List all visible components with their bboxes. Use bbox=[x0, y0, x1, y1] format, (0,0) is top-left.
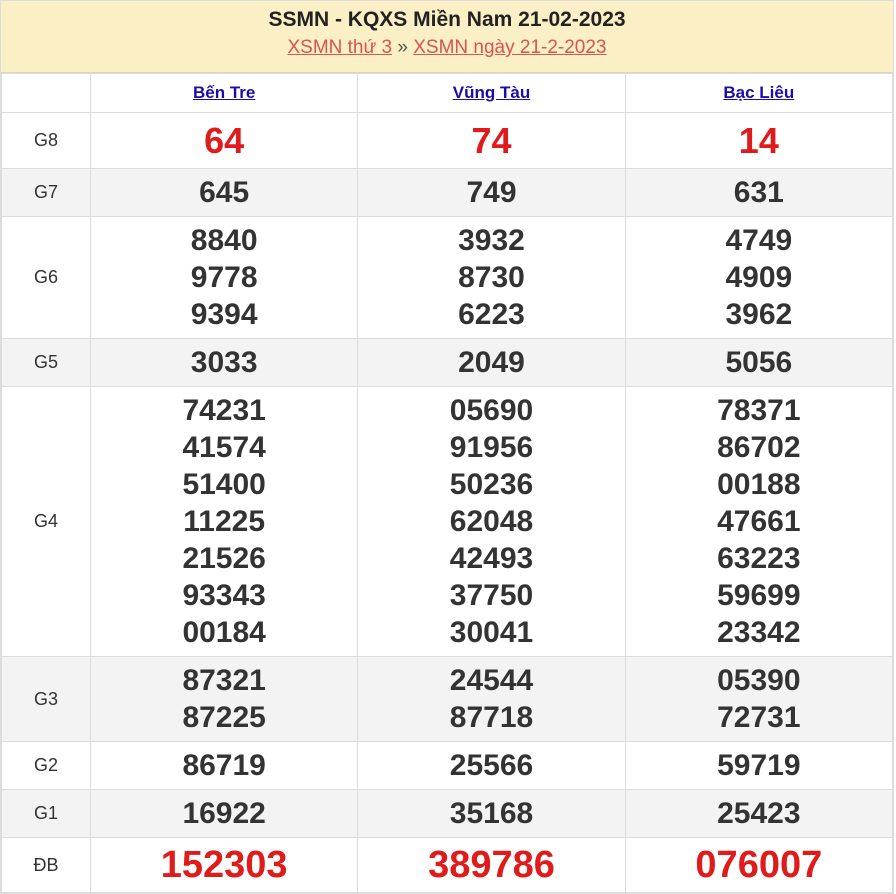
prize-row-g1: G1 16922 35168 25423 bbox=[1, 789, 894, 838]
prize-number: 8840 bbox=[190, 224, 258, 257]
prize-number: 3033 bbox=[89, 338, 359, 387]
prize-number: 30041 bbox=[449, 616, 534, 649]
prize-number: 64 bbox=[89, 112, 359, 169]
prize-number: 50236 bbox=[449, 468, 534, 501]
province-header-vung-tau: Vũng Tàu bbox=[357, 73, 626, 113]
prize-label: G7 bbox=[1, 168, 91, 217]
special-prize-number: 389786 bbox=[357, 837, 626, 893]
prize-number: 11225 bbox=[183, 505, 266, 538]
page-title: SSMN - KQXS Miền Nam 21-02-2023 bbox=[268, 8, 626, 31]
prize-number: 72731 bbox=[717, 701, 801, 734]
prize-number: 9778 bbox=[190, 261, 258, 294]
prize-number: 4909 bbox=[725, 261, 793, 294]
province-header-bac-lieu: Bạc Liêu bbox=[624, 73, 894, 113]
prize-number: 14 bbox=[624, 112, 894, 169]
prize-number: 59719 bbox=[624, 741, 894, 790]
prize-number: 78371 bbox=[717, 394, 801, 427]
prize-number: 8730 bbox=[458, 261, 525, 294]
province-link-bac-lieu[interactable]: Bạc Liêu bbox=[723, 83, 794, 102]
prize-row-g4: G4 74231 41574 51400 11225 21526 93343 0… bbox=[1, 386, 894, 657]
results-table: Bến Tre Vũng Tàu Bạc Liêu G8 64 74 14 G7… bbox=[1, 73, 894, 893]
empty-header-cell bbox=[1, 73, 91, 113]
prize-label: G6 bbox=[1, 216, 91, 339]
prize-label: ĐB bbox=[1, 837, 91, 893]
prize-number: 51400 bbox=[182, 468, 266, 501]
prize-number: 24544 bbox=[449, 664, 534, 697]
prize-number: 749 bbox=[357, 168, 626, 217]
prize-number: 93343 bbox=[182, 579, 266, 612]
prize-row-g7: G7 645 749 631 bbox=[1, 168, 894, 217]
prize-row-special: ĐB 152303 389786 076007 bbox=[1, 837, 894, 893]
prize-number: 2049 bbox=[357, 338, 626, 387]
prize-number: 86702 bbox=[717, 431, 801, 464]
results-header: SSMN - KQXS Miền Nam 21-02-2023 XSMN thứ… bbox=[1, 1, 893, 73]
results-panel: SSMN - KQXS Miền Nam 21-02-2023 XSMN thứ… bbox=[0, 0, 894, 894]
prize-number: 5056 bbox=[624, 338, 894, 387]
prize-cell: 78371 86702 00188 47661 63223 59699 2334… bbox=[624, 386, 894, 657]
prize-label: G8 bbox=[1, 112, 91, 169]
prize-number: 74231 bbox=[182, 394, 266, 427]
prize-number: 23342 bbox=[717, 616, 801, 649]
prize-number: 9394 bbox=[190, 298, 258, 331]
prize-number: 3962 bbox=[725, 298, 793, 331]
prize-number: 25423 bbox=[624, 789, 894, 838]
prize-number: 62048 bbox=[449, 505, 534, 538]
prize-number: 16922 bbox=[89, 789, 359, 838]
prize-cell: 74231 41574 51400 11225 21526 93343 0018… bbox=[89, 386, 359, 657]
prize-number: 21526 bbox=[182, 542, 266, 575]
province-header-row: Bến Tre Vũng Tàu Bạc Liêu bbox=[1, 73, 894, 113]
prize-number: 74 bbox=[357, 112, 626, 169]
prize-number: 05690 bbox=[449, 394, 534, 427]
prize-cell: 24544 87718 bbox=[357, 656, 626, 742]
province-link-vung-tau[interactable]: Vũng Tàu bbox=[453, 83, 530, 102]
prize-label: G3 bbox=[1, 656, 91, 742]
prize-number: 4749 bbox=[725, 224, 793, 257]
prize-number: 91956 bbox=[449, 431, 534, 464]
prize-number: 631 bbox=[624, 168, 894, 217]
prize-number: 6223 bbox=[458, 298, 525, 331]
prize-cell: 8840 9778 9394 bbox=[89, 216, 359, 339]
prize-number: 87321 bbox=[182, 664, 266, 697]
xsmn-weekday-link[interactable]: XSMN thứ 3 bbox=[287, 37, 392, 58]
prize-number: 41574 bbox=[182, 431, 266, 464]
breadcrumb-separator: » bbox=[397, 37, 408, 58]
prize-label: G5 bbox=[1, 338, 91, 387]
prize-number: 25566 bbox=[357, 741, 626, 790]
prize-number: 47661 bbox=[717, 505, 801, 538]
prize-number: 42493 bbox=[449, 542, 534, 575]
prize-number: 00184 bbox=[182, 616, 266, 649]
prize-row-g2: G2 86719 25566 59719 bbox=[1, 741, 894, 790]
prize-number: 00188 bbox=[717, 468, 801, 501]
xsmn-date-link[interactable]: XSMN ngày 21-2-2023 bbox=[413, 37, 606, 58]
prize-number: 3932 bbox=[458, 224, 525, 257]
prize-row-g5: G5 3033 2049 5056 bbox=[1, 338, 894, 387]
prize-number: 37750 bbox=[449, 579, 534, 612]
special-prize-number: 152303 bbox=[89, 837, 359, 893]
prize-number: 59699 bbox=[717, 579, 801, 612]
prize-cell: 05690 91956 50236 62048 42493 37750 3004… bbox=[357, 386, 626, 657]
prize-label: G2 bbox=[1, 741, 91, 790]
prize-cell: 05390 72731 bbox=[624, 656, 894, 742]
prize-number: 87225 bbox=[182, 701, 266, 734]
prize-row-g3: G3 87321 87225 24544 87718 05390 72731 bbox=[1, 656, 894, 742]
prize-number: 63223 bbox=[717, 542, 801, 575]
prize-cell: 87321 87225 bbox=[89, 656, 359, 742]
prize-row-g6: G6 8840 9778 9394 3932 8730 6223 4749 49… bbox=[1, 216, 894, 339]
province-header-ben-tre: Bến Tre bbox=[89, 73, 359, 113]
prize-number: 87718 bbox=[449, 701, 534, 734]
breadcrumb: XSMN thứ 3 » XSMN ngày 21-2-2023 bbox=[1, 35, 893, 61]
prize-cell: 4749 4909 3962 bbox=[624, 216, 894, 339]
prize-label: G1 bbox=[1, 789, 91, 838]
prize-number: 05390 bbox=[717, 664, 801, 697]
prize-number: 86719 bbox=[89, 741, 359, 790]
special-prize-number: 076007 bbox=[624, 837, 894, 893]
province-link-ben-tre[interactable]: Bến Tre bbox=[193, 83, 255, 102]
prize-number: 645 bbox=[89, 168, 359, 217]
prize-row-g8: G8 64 74 14 bbox=[1, 112, 894, 169]
prize-label: G4 bbox=[1, 386, 91, 657]
prize-number: 35168 bbox=[357, 789, 626, 838]
prize-cell: 3932 8730 6223 bbox=[357, 216, 626, 339]
